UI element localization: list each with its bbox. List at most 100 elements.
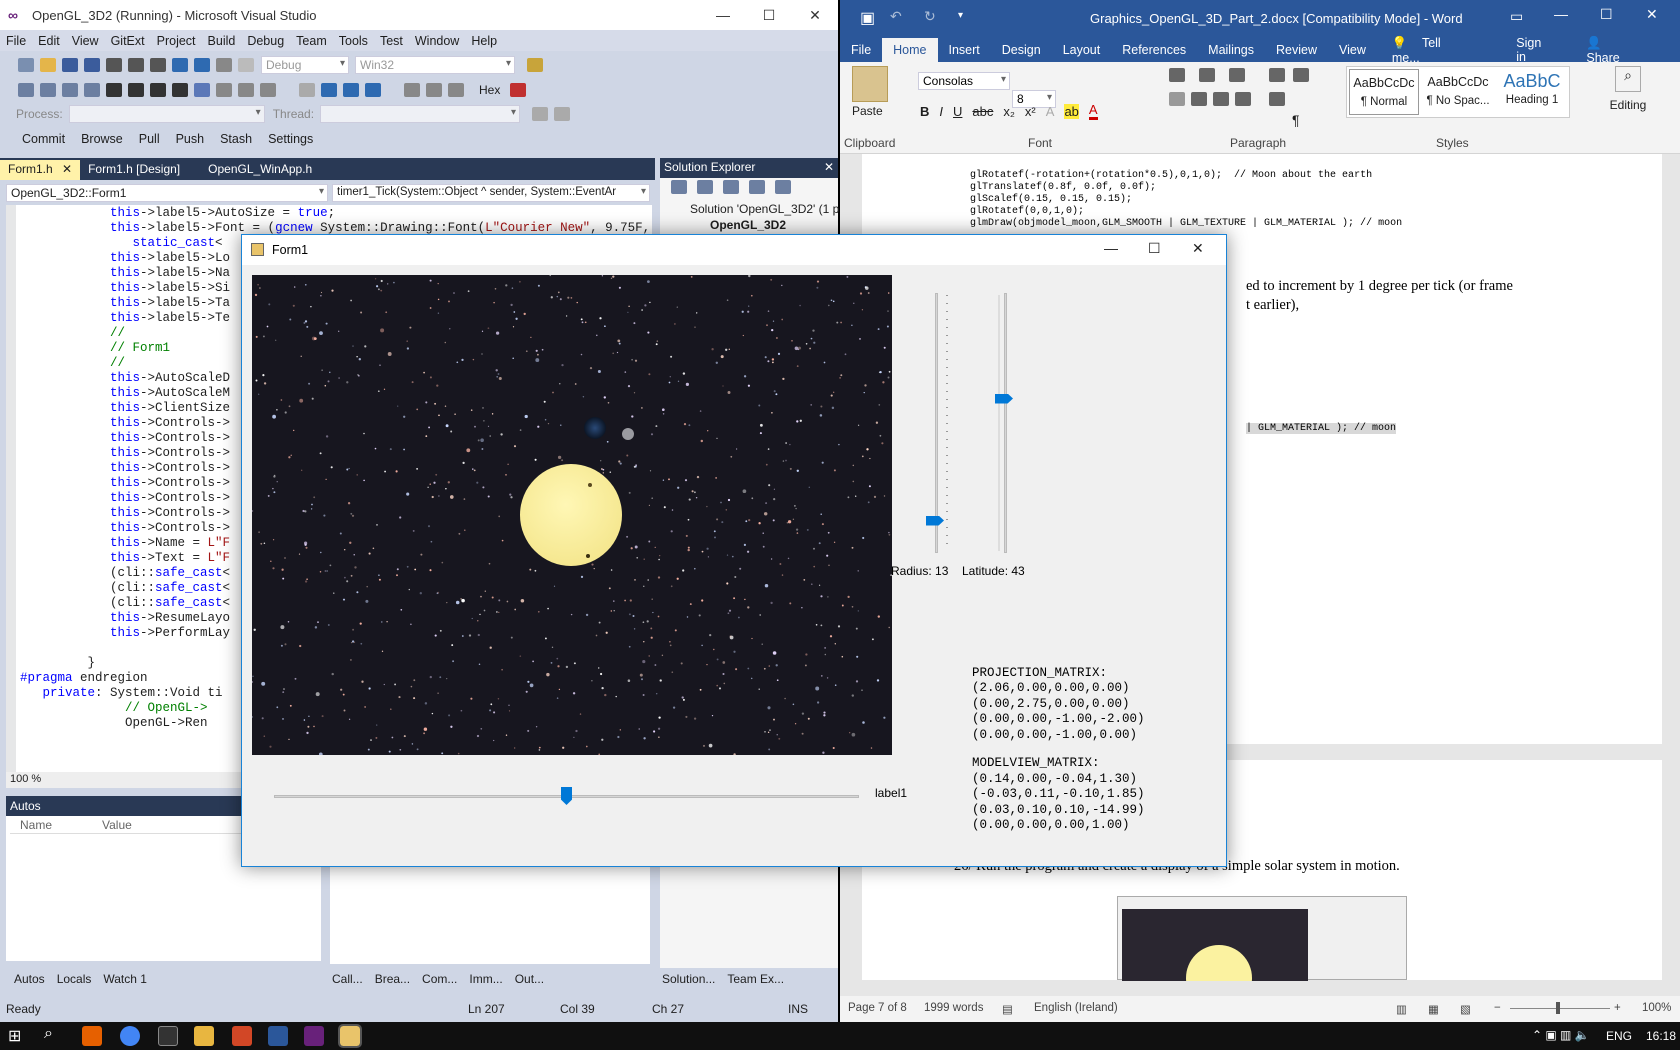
word-tab-references[interactable]: References bbox=[1111, 43, 1197, 57]
chrome-icon[interactable] bbox=[120, 1026, 140, 1046]
navigate-icon[interactable] bbox=[216, 58, 232, 72]
solution-node[interactable]: Solution 'OpenGL_3D2' (1 p bbox=[690, 202, 839, 216]
tell-me-box[interactable]: 💡 Tell me... bbox=[1381, 36, 1491, 65]
latitude-slider-thumb[interactable] bbox=[995, 393, 1013, 404]
step-over-icon[interactable] bbox=[260, 83, 276, 97]
vs-close-button[interactable]: ✕ bbox=[792, 0, 838, 30]
home-icon[interactable] bbox=[671, 180, 687, 194]
undo-icon[interactable] bbox=[172, 58, 188, 72]
rotation-slider-thumb[interactable] bbox=[561, 787, 572, 805]
line-spacing-icon[interactable] bbox=[1269, 92, 1285, 106]
latitude-slider-track[interactable] bbox=[1004, 293, 1007, 553]
tool-tab-com[interactable]: Com... bbox=[422, 972, 457, 986]
collapse-icon[interactable] bbox=[723, 180, 739, 194]
customize-qat-icon[interactable]: ▾ bbox=[958, 10, 963, 21]
tool-tab-imm[interactable]: Imm... bbox=[469, 972, 502, 986]
status-zoom[interactable]: 100% bbox=[1642, 1002, 1671, 1014]
text-effects-icon[interactable]: A bbox=[1046, 104, 1055, 119]
word-tab-home[interactable]: Home bbox=[882, 38, 938, 62]
tab-opengl-winapp[interactable]: OpenGL_WinApp.h bbox=[200, 160, 320, 180]
strikethrough-button[interactable]: abc bbox=[972, 104, 993, 119]
stop-icon[interactable] bbox=[343, 83, 359, 97]
tool-tab-autos[interactable]: Autos bbox=[14, 972, 45, 986]
find-in-files-icon[interactable] bbox=[527, 58, 543, 72]
paste-icon[interactable] bbox=[852, 66, 888, 102]
superscript-button[interactable]: x² bbox=[1025, 104, 1036, 119]
redo-icon[interactable] bbox=[194, 58, 210, 72]
font-name-dropdown[interactable]: Consolas bbox=[918, 72, 1010, 90]
undo-icon[interactable]: ↶ bbox=[890, 8, 902, 25]
tray-icons[interactable]: ⌃ ▣ ▥ 🔈 bbox=[1532, 1028, 1590, 1042]
word-tab-view[interactable]: View bbox=[1328, 43, 1377, 57]
format-icon[interactable] bbox=[18, 83, 34, 97]
radius-slider-track[interactable] bbox=[935, 293, 938, 553]
git-stash-button[interactable]: Stash bbox=[220, 132, 252, 146]
tab-form1-h[interactable]: Form1.h ✕ bbox=[0, 160, 81, 180]
status-word-count[interactable]: 1999 words bbox=[924, 1002, 983, 1014]
project-node[interactable]: OpenGL_3D2 bbox=[710, 218, 786, 232]
word-minimize-button[interactable]: — bbox=[1554, 6, 1568, 22]
menu-team[interactable]: Team bbox=[290, 34, 333, 48]
menu-build[interactable]: Build bbox=[202, 34, 242, 48]
vs-maximize-button[interactable]: ☐ bbox=[746, 0, 792, 30]
bold-button[interactable]: B bbox=[920, 104, 929, 119]
restart-icon[interactable] bbox=[365, 83, 381, 97]
menu-project[interactable]: Project bbox=[151, 34, 202, 48]
bookmark-icon[interactable] bbox=[40, 83, 56, 97]
filter-icon[interactable] bbox=[532, 107, 549, 121]
git-browse-button[interactable]: Browse bbox=[81, 132, 123, 146]
font-color-icon[interactable]: A bbox=[1088, 102, 1098, 120]
increase-indent-icon[interactable] bbox=[1293, 68, 1309, 82]
italic-button[interactable]: I bbox=[939, 104, 943, 119]
autos-col-value[interactable]: Value bbox=[102, 818, 132, 832]
word-tab-review[interactable]: Review bbox=[1265, 43, 1328, 57]
style-no-spacing[interactable]: AaBbCcDc ¶ No Spac... bbox=[1423, 69, 1493, 115]
exception-icon[interactable] bbox=[510, 83, 527, 97]
autos-col-name[interactable]: Name bbox=[20, 818, 52, 832]
status-language[interactable]: English (Ireland) bbox=[1034, 1002, 1118, 1014]
git-commit-button[interactable]: Commit bbox=[22, 132, 65, 146]
redo-icon[interactable]: ↻ bbox=[924, 8, 936, 25]
zoom-out-icon[interactable]: − bbox=[1494, 1002, 1501, 1014]
step-out-icon[interactable] bbox=[448, 83, 464, 97]
justify-icon[interactable] bbox=[1235, 92, 1251, 106]
zoom-slider[interactable] bbox=[1510, 1008, 1610, 1009]
git-settings-button[interactable]: Settings bbox=[268, 132, 313, 146]
decrease-indent-icon[interactable] bbox=[1269, 68, 1285, 82]
paste-icon[interactable] bbox=[150, 58, 166, 72]
git-push-button[interactable]: Push bbox=[176, 132, 205, 146]
breakpoint-gutter[interactable] bbox=[6, 205, 16, 772]
vs-minimize-button[interactable]: — bbox=[700, 0, 746, 30]
menu-debug[interactable]: Debug bbox=[241, 34, 290, 48]
new-project-icon[interactable] bbox=[18, 58, 34, 72]
word-scrollbar[interactable] bbox=[1666, 154, 1678, 980]
zoom-in-icon[interactable]: + bbox=[1614, 1002, 1621, 1014]
word-tab-layout[interactable]: Layout bbox=[1052, 43, 1112, 57]
multilevel-icon[interactable] bbox=[1229, 68, 1245, 82]
menu-test[interactable]: Test bbox=[374, 34, 409, 48]
save-icon[interactable]: ▣ bbox=[860, 8, 875, 28]
command-prompt-icon[interactable] bbox=[158, 1026, 178, 1046]
start-icon[interactable] bbox=[238, 58, 254, 72]
tool-tab-call[interactable]: Call... bbox=[332, 972, 363, 986]
form1-close-button[interactable]: ✕ bbox=[1192, 240, 1204, 257]
config-dropdown[interactable]: Debug bbox=[261, 56, 349, 74]
highlight-icon[interactable]: ab bbox=[1064, 103, 1079, 119]
word-tab-insert[interactable]: Insert bbox=[938, 43, 991, 57]
properties-icon[interactable] bbox=[775, 180, 791, 194]
file-explorer-icon[interactable] bbox=[194, 1026, 214, 1046]
open-folder-icon[interactable] bbox=[40, 58, 56, 72]
zoom-slider-thumb[interactable] bbox=[1556, 1002, 1560, 1014]
proofing-icon[interactable]: ▤ bbox=[1002, 1002, 1013, 1016]
ribbon-display-icon[interactable]: ▭ bbox=[1510, 8, 1523, 25]
read-mode-icon[interactable]: ▥ bbox=[1396, 1002, 1407, 1016]
tab-form1-design[interactable]: Form1.h [Design] bbox=[80, 160, 188, 180]
clock[interactable]: 16:18 bbox=[1646, 1029, 1676, 1043]
uncomment-icon[interactable] bbox=[172, 83, 188, 97]
sign-in-link[interactable]: Sign in bbox=[1505, 36, 1564, 64]
radius-slider-thumb[interactable] bbox=[926, 515, 944, 526]
menu-tools[interactable]: Tools bbox=[333, 34, 374, 48]
outdent-icon[interactable] bbox=[128, 83, 144, 97]
underline-button[interactable]: U bbox=[953, 104, 962, 119]
tool-tab-brea[interactable]: Brea... bbox=[375, 972, 410, 986]
